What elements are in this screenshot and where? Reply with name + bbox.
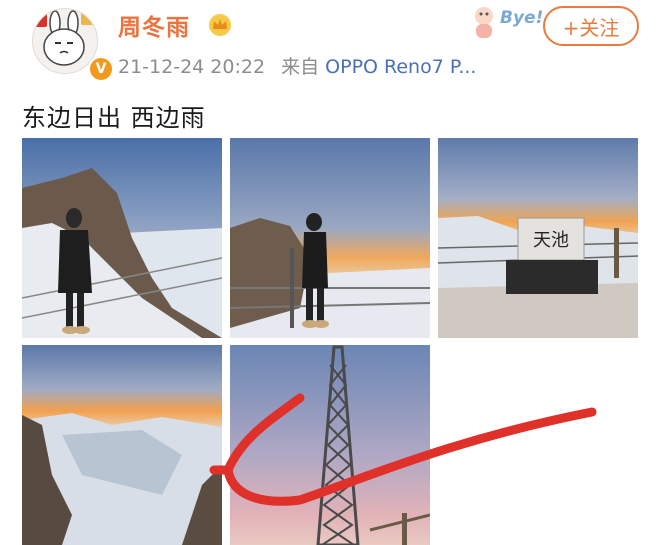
- post-timestamp: 21-12-24 20:22: [118, 56, 266, 78]
- stone-marker-text: 天池: [533, 230, 569, 251]
- photo-woman-cliff-sunset[interactable]: [22, 138, 222, 338]
- source-prefix: 来自: [281, 56, 320, 78]
- verified-badge-icon: V: [88, 56, 114, 82]
- photo-snowy-valley-sunset[interactable]: [22, 345, 222, 545]
- follow-button[interactable]: +关注: [543, 6, 639, 46]
- sticker-text: Bye!: [500, 8, 544, 28]
- photo-steel-tower-dusk[interactable]: [230, 345, 430, 545]
- photo-tianchi-stone-marker[interactable]: 天池: [438, 138, 638, 338]
- source-device-link[interactable]: OPPO Reno7 P...: [325, 56, 476, 78]
- author-avatar[interactable]: V: [14, 4, 114, 82]
- post-text: 东边日出 西边雨: [22, 104, 206, 132]
- post-meta: 21-12-24 20:22 来自 OPPO Reno7 P...: [118, 52, 476, 79]
- photo-woman-railing-sunset[interactable]: [230, 138, 430, 338]
- author-name[interactable]: 周冬雨: [118, 8, 190, 42]
- crown-icon: [209, 14, 231, 36]
